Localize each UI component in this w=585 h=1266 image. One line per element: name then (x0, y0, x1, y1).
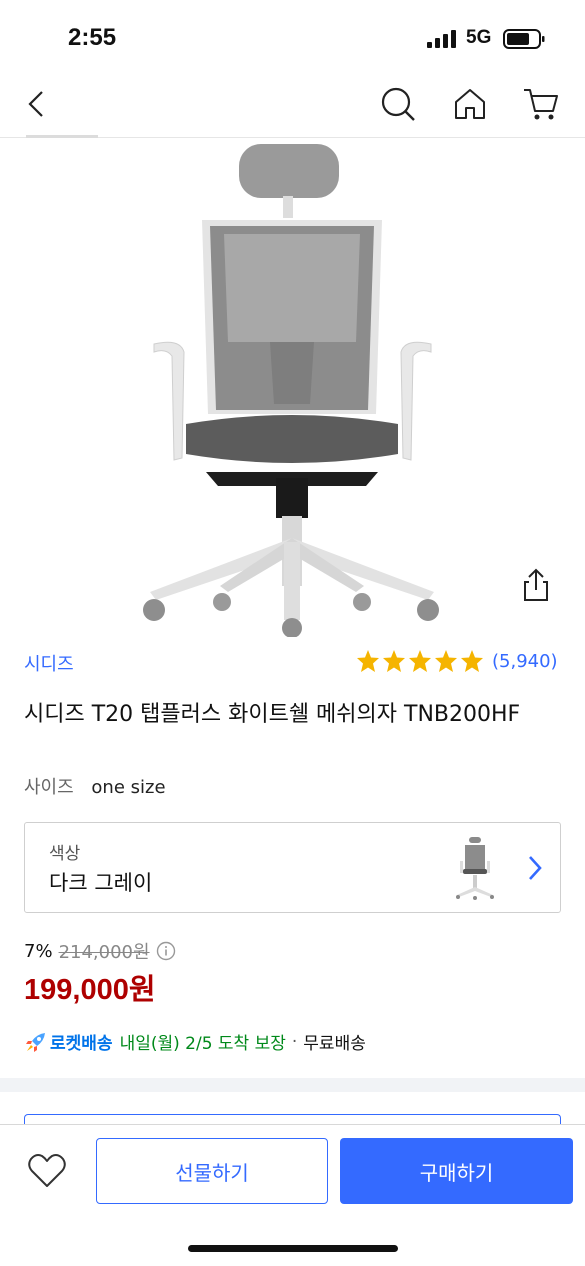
gift-button[interactable]: 선물하기 (96, 1138, 328, 1204)
sale-price: 199,000원 (24, 974, 156, 1006)
image-pager-indicator (26, 135, 98, 138)
back-icon[interactable] (18, 84, 58, 124)
original-price: 214,000원 (58, 942, 150, 963)
chevron-right-icon (529, 856, 542, 880)
brand-link[interactable]: 시디즈 (24, 650, 74, 676)
size-row: 사이즈 one size (24, 773, 166, 799)
product-title: 시디즈 T20 탭플러스 화이트쉘 메쉬의자 TNB200HF (24, 702, 521, 727)
cart-icon[interactable] (520, 84, 560, 124)
status-bar: 2:55 5G (0, 0, 585, 74)
discount-row: 7% 214,000원 (24, 938, 176, 964)
option-thumbnail (456, 837, 494, 900)
size-label: 사이즈 (24, 777, 74, 798)
star-icon (409, 650, 431, 672)
status-time: 2:55 (68, 24, 117, 51)
search-icon[interactable] (378, 84, 418, 124)
discount-rate: 7% (24, 940, 53, 962)
share-icon[interactable] (517, 566, 555, 604)
info-icon[interactable] (156, 941, 176, 961)
rocket-delivery-label: 로켓배송 (50, 1034, 113, 1054)
section-divider (0, 1078, 585, 1092)
option-value: 다크 그레이 (49, 871, 153, 895)
star-icon (357, 650, 379, 672)
delivery-separator: · (291, 1031, 298, 1052)
free-shipping: 무료배송 (303, 1034, 366, 1054)
star-icon (461, 650, 483, 672)
delivery-date: 내일(월) 2/5 도착 보장 (119, 1034, 286, 1054)
size-value: one size (91, 777, 166, 798)
top-nav (0, 74, 585, 138)
home-icon[interactable] (450, 84, 490, 124)
product-image[interactable] (120, 142, 465, 637)
star-icon (383, 650, 405, 672)
signal-icon (427, 30, 456, 48)
battery-icon (503, 29, 545, 49)
star-icon (435, 650, 457, 672)
buy-button[interactable]: 구매하기 (340, 1138, 573, 1204)
delivery-info: 로켓배송 내일(월) 2/5 도착 보장 · 무료배송 (24, 1029, 366, 1054)
heart-icon[interactable] (26, 1150, 68, 1192)
home-indicator (188, 1245, 398, 1252)
option-label: 색상 (49, 844, 81, 864)
rocket-icon (26, 1032, 45, 1052)
rating[interactable]: (5,940) (356, 646, 558, 676)
color-option-selector[interactable]: 색상 다크 그레이 (24, 822, 561, 913)
review-count[interactable]: (5,940) (492, 651, 558, 672)
network-type: 5G (466, 27, 492, 48)
